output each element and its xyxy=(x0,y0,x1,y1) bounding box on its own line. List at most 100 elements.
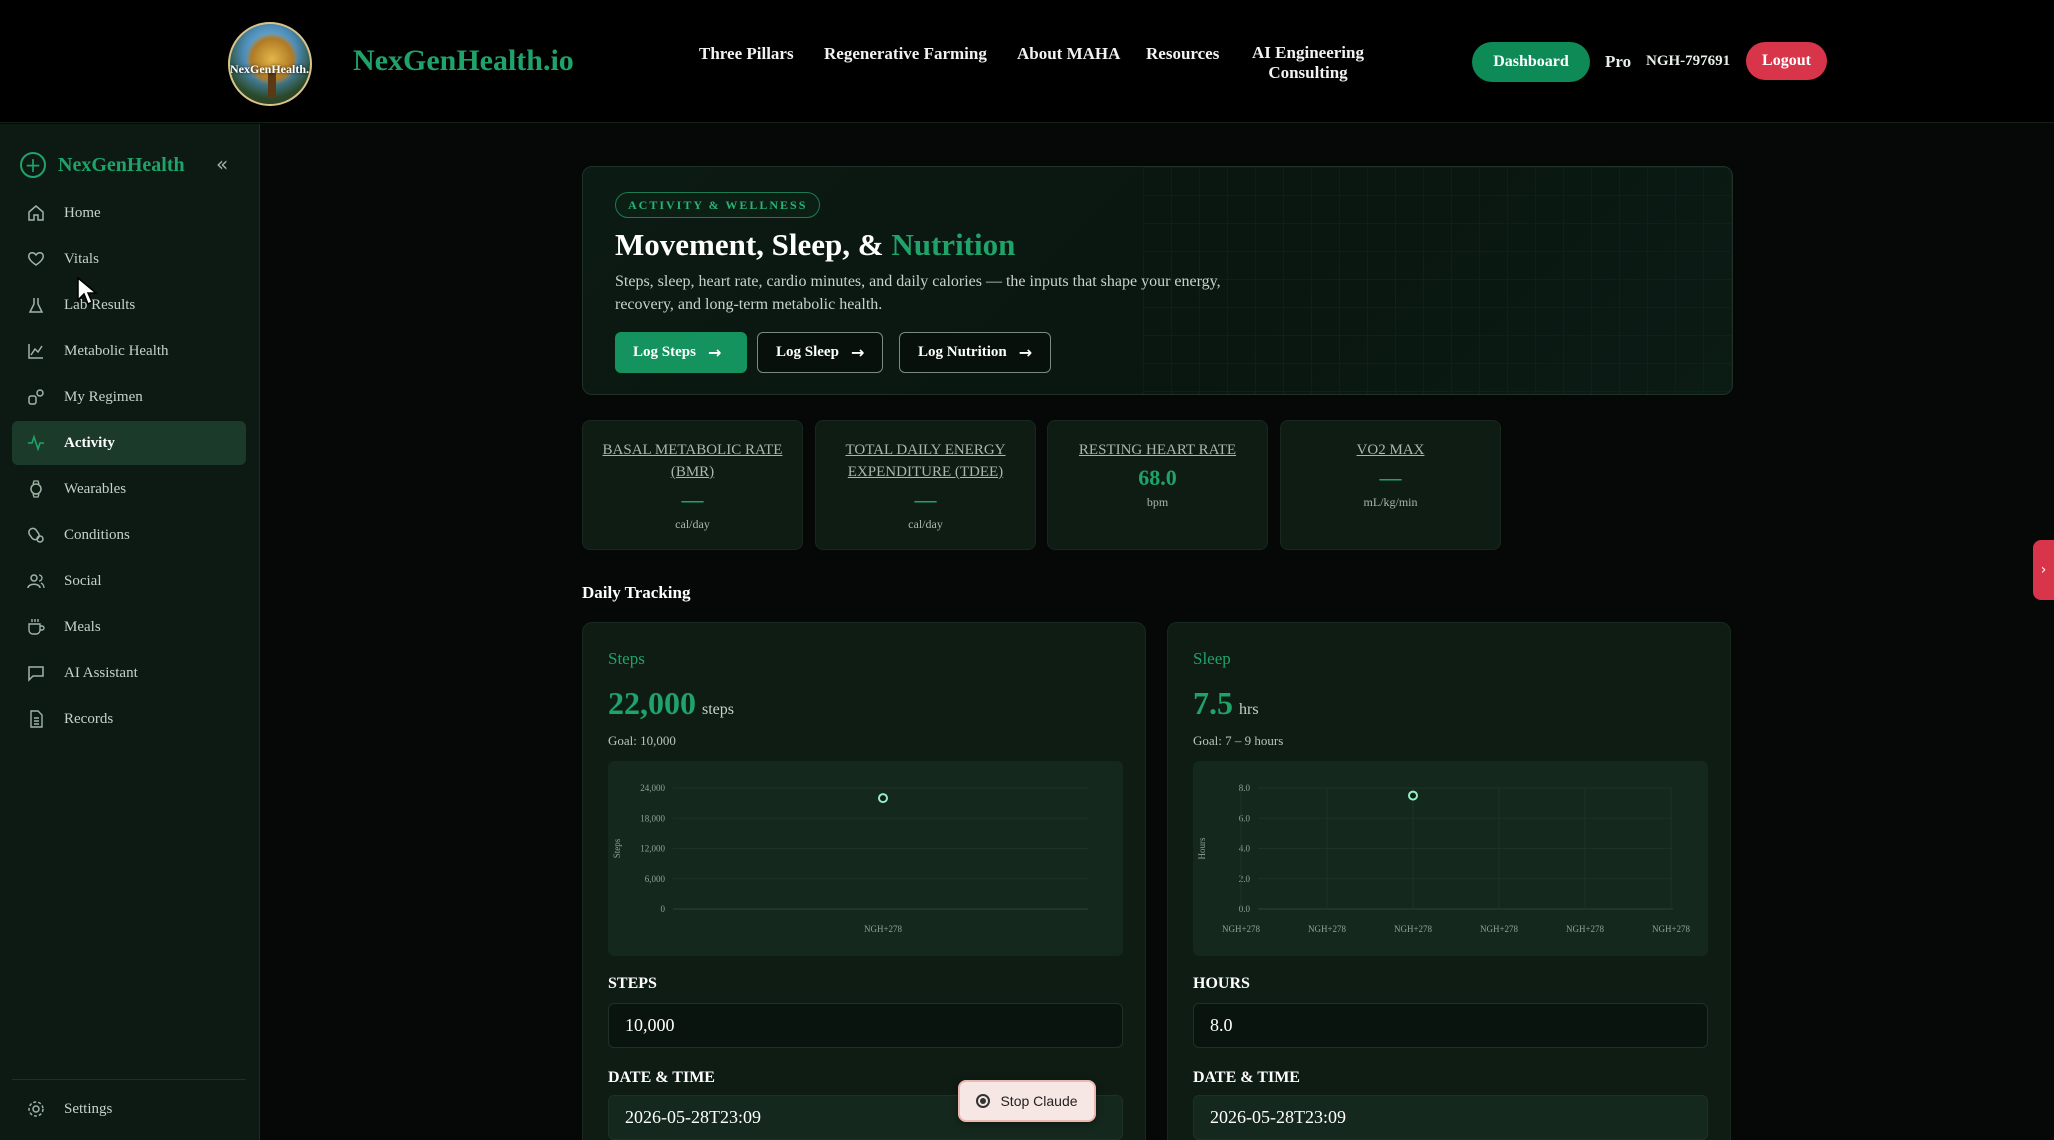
sleep-datetime-input[interactable]: 2026-05-28T23:09 xyxy=(1193,1095,1708,1140)
sidebar-item-wearables[interactable]: Wearables xyxy=(12,467,246,511)
sleep-card: Sleep 7.5 hrs Goal: 7 – 9 hours 8.0 6.0 4.0… xyxy=(1167,622,1731,1140)
stat-card-resting-heart-rate: RESTING HEART RATE 68.0 bpm xyxy=(1047,420,1268,550)
sleep-goal: Goal: 7 – 9 hours xyxy=(1193,733,1284,748)
sleep-chart: 8.0 6.0 4.0 2.0 0.0 Hours NGH+278 NGH+278 NGH+27… xyxy=(1193,761,1708,956)
user-id: NGH-797691 xyxy=(1646,53,1731,69)
sidebar-item-label: Home xyxy=(64,204,101,221)
sidebar-item-label: Activity xyxy=(64,434,115,451)
sleep-date-label: DATE & TIME xyxy=(1193,1069,1300,1086)
side-panel-toggle[interactable]: › xyxy=(2033,540,2054,600)
logout-button[interactable]: Logout xyxy=(1746,42,1827,80)
collapse-sidebar-icon[interactable]: « xyxy=(216,152,228,176)
stat-card-vo2-max: VO2 MAX — mL/kg/min xyxy=(1280,420,1501,550)
log-nutrition-label: Log Nutrition xyxy=(918,344,1007,360)
arrow-right-icon: → xyxy=(707,343,722,362)
nav-about-maha[interactable]: About MAHA xyxy=(1017,44,1120,64)
log-sleep-button[interactable]: Log Sleep → xyxy=(757,332,884,373)
mouse-cursor-icon xyxy=(76,276,99,311)
y-tick-label: 24,000 xyxy=(640,783,665,793)
title-accent: Nutrition xyxy=(891,227,1016,262)
y-tick-label: 0 xyxy=(661,904,666,914)
page-title: Movement, Sleep, & Nutrition xyxy=(615,227,1015,263)
sidebar-item-social[interactable]: Social xyxy=(12,559,246,603)
y-tick-label: 6,000 xyxy=(645,874,666,884)
hours-field-label: HOURS xyxy=(1193,975,1250,992)
sidebar-item-settings[interactable]: Settings xyxy=(12,1087,246,1131)
heart-icon xyxy=(26,249,46,269)
stat-title[interactable]: BASAL METABOLIC RATE (BMR) xyxy=(583,439,802,483)
stat-unit: mL/kg/min xyxy=(1363,495,1418,509)
log-sleep-label: Log Sleep xyxy=(776,344,839,360)
sidebar-item-records[interactable]: Records xyxy=(12,697,246,741)
sidebar-item-label: Conditions xyxy=(64,526,130,543)
sleep-number: 7.5 xyxy=(1193,685,1233,721)
nav-ai-engineering-line: AI Engineering xyxy=(1252,43,1364,62)
data-point xyxy=(1408,790,1418,801)
stat-value: — xyxy=(1379,465,1402,490)
steps-chart-svg: 24,000 18,000 12,000 6,000 0 Steps NGH+278 xyxy=(612,783,1088,934)
x-tick-label: NGH+278 xyxy=(1480,924,1519,934)
log-nutrition-button[interactable]: Log Nutrition → xyxy=(899,332,1052,373)
steps-unit: steps xyxy=(702,701,734,718)
steps-value: 22,000 steps xyxy=(608,685,734,722)
sidebar-brand[interactable]: + NexGenHealth xyxy=(20,152,185,178)
card-title: Sleep xyxy=(1193,649,1231,668)
conditions-icon xyxy=(26,525,46,545)
sidebar-item-label: Settings xyxy=(64,1100,113,1117)
stat-title[interactable]: RESTING HEART RATE xyxy=(1048,439,1267,461)
chat-icon xyxy=(26,663,46,683)
sidebar-item-my-regimen[interactable]: My Regimen xyxy=(12,375,246,419)
record-icon xyxy=(976,1094,991,1108)
site-logo[interactable]: NexGenHealth.io xyxy=(228,22,312,106)
sidebar-item-activity[interactable]: Activity xyxy=(12,421,246,465)
sidebar-item-lab-results[interactable]: Lab Results xyxy=(12,283,246,327)
sleep-chart-svg: 8.06.04.02.00.0HoursNGH+278 NGH+278 NGH+27… xyxy=(1197,783,1691,934)
x-tick-label: NGH+278 xyxy=(1308,924,1347,934)
hours-input[interactable]: 8.0 xyxy=(1193,1003,1708,1048)
regimen-icon xyxy=(26,387,46,407)
nav-three-pillars[interactable]: Three Pillars xyxy=(699,44,794,64)
y-axis-label: Hours xyxy=(1197,837,1207,859)
x-tick-label: NGH+278 xyxy=(1652,924,1691,934)
nav-consulting-line: Consulting xyxy=(1268,63,1348,82)
nav-resources[interactable]: Resources xyxy=(1146,44,1219,64)
sidebar-item-label: Lab Results xyxy=(64,296,136,313)
steps-input[interactable]: 10,000 xyxy=(608,1003,1123,1048)
sidebar-item-metabolic-health[interactable]: Metabolic Health xyxy=(12,329,246,373)
document-icon xyxy=(26,709,46,729)
sidebar-item-vitals[interactable]: Vitals xyxy=(12,237,246,281)
sidebar-brand-name: NexGenHealth xyxy=(58,153,185,176)
flask-icon xyxy=(26,295,46,315)
stat-unit: cal/day xyxy=(908,517,943,531)
steps-number: 22,000 xyxy=(608,685,696,721)
sleep-value: 7.5 hrs xyxy=(1193,685,1259,722)
users-icon xyxy=(26,571,46,591)
sidebar-item-ai-assistant[interactable]: AI Assistant xyxy=(12,651,246,695)
sidebar-item-label: Meals xyxy=(64,618,101,635)
arrow-right-icon: → xyxy=(850,343,865,362)
sidebar-item-home[interactable]: Home xyxy=(12,191,246,235)
cup-icon xyxy=(26,617,46,637)
title-main: Movement, Sleep, & xyxy=(615,227,892,262)
home-icon xyxy=(26,203,46,223)
dashboard-button[interactable]: Dashboard xyxy=(1472,42,1590,82)
brand-name[interactable]: NexGenHealth.io xyxy=(353,44,574,78)
steps-date-label: DATE & TIME xyxy=(608,1069,715,1086)
log-steps-button[interactable]: Log Steps → xyxy=(615,332,747,373)
nav-regenerative-farming[interactable]: Regenerative Farming xyxy=(824,44,987,64)
nav-ai-engineering-consulting[interactable]: AI Engineering Consulting xyxy=(1248,43,1368,83)
stat-title[interactable]: VO2 MAX xyxy=(1281,439,1500,461)
data-point xyxy=(878,793,888,804)
gear-icon xyxy=(26,1099,46,1119)
steps-chart: 24,000 18,000 12,000 6,000 0 Steps NGH+278 xyxy=(608,761,1123,956)
sidebar-item-label: AI Assistant xyxy=(64,664,138,681)
stat-title[interactable]: TOTAL DAILY ENERGY EXPENDITURE (TDEE) xyxy=(816,439,1035,483)
plus-circle-icon: + xyxy=(20,152,46,178)
steps-goal: Goal: 10,000 xyxy=(608,733,676,748)
stop-claude-button[interactable]: Stop Claude xyxy=(958,1080,1096,1122)
stat-card-bmr: BASAL METABOLIC RATE (BMR) — cal/day xyxy=(582,420,803,550)
section-pill: ACTIVITY & WELLNESS xyxy=(615,192,821,218)
y-tick-label: 18,000 xyxy=(640,813,665,823)
sidebar-item-conditions[interactable]: Conditions xyxy=(12,513,246,557)
sidebar-item-meals[interactable]: Meals xyxy=(12,605,246,649)
